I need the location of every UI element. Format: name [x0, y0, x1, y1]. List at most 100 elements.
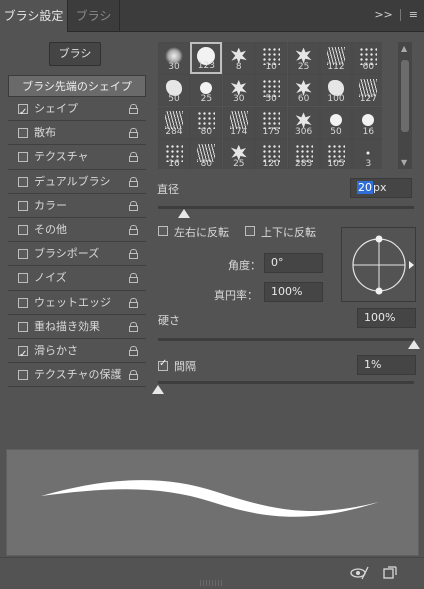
- brush-preset[interactable]: 127: [352, 74, 382, 107]
- setting-item[interactable]: カラー: [8, 194, 146, 218]
- brush-preset[interactable]: 10: [255, 42, 288, 74]
- setting-item[interactable]: 散布: [8, 121, 146, 146]
- brush-preset[interactable]: 174: [222, 106, 255, 139]
- spacing-slider-knob[interactable]: [152, 385, 164, 394]
- brush-preset[interactable]: 8: [222, 42, 255, 74]
- brush-preset[interactable]: 175: [255, 106, 288, 139]
- hardness-field[interactable]: 100%: [357, 308, 416, 328]
- setting-checkbox[interactable]: [18, 128, 28, 139]
- roundness-field[interactable]: 100%: [264, 282, 323, 302]
- brush-preset[interactable]: 16: [352, 106, 382, 139]
- brush-preset[interactable]: 25: [222, 139, 255, 169]
- brush-preset[interactable]: 123: [190, 42, 223, 74]
- lock-icon[interactable]: [129, 176, 138, 187]
- brush-preset[interactable]: 120: [255, 139, 288, 169]
- setting-item[interactable]: ウェットエッジ: [8, 291, 146, 315]
- preset-size: 60: [362, 62, 375, 72]
- brush-preset[interactable]: 50: [320, 106, 352, 139]
- lock-icon[interactable]: [129, 249, 138, 260]
- brush-preset[interactable]: 30: [158, 42, 190, 74]
- setting-checkbox[interactable]: [18, 152, 28, 163]
- brushes-button[interactable]: ブラシ: [49, 42, 101, 66]
- brush-preset[interactable]: 50: [255, 74, 288, 107]
- setting-item[interactable]: テクスチャの保護: [8, 363, 146, 388]
- setting-checkbox[interactable]: [18, 224, 28, 235]
- setting-item[interactable]: ブラシポーズ: [8, 242, 146, 267]
- setting-item[interactable]: 滑らかさ: [8, 339, 146, 367]
- flip-y-checkbox[interactable]: [245, 226, 255, 236]
- setting-item[interactable]: 重ね描き効果: [8, 315, 146, 339]
- brush-preset[interactable]: 60: [352, 42, 382, 74]
- diameter-slider-knob[interactable]: [177, 209, 190, 218]
- tab-brushes[interactable]: ブラシ: [68, 0, 120, 32]
- setting-checkbox[interactable]: [18, 200, 28, 211]
- spacing-slider-track[interactable]: [158, 381, 414, 384]
- visibility-toggle-icon[interactable]: [350, 566, 370, 580]
- preset-size: 16: [168, 159, 180, 169]
- diameter-slider-track[interactable]: [158, 206, 414, 209]
- stroke-preview: [6, 449, 419, 556]
- preset-size: 80: [200, 126, 213, 137]
- brush-preset[interactable]: 80: [190, 106, 223, 139]
- lock-icon[interactable]: [129, 345, 138, 356]
- setting-item[interactable]: シェイプ: [8, 97, 146, 125]
- setting-checkbox[interactable]: [18, 321, 28, 332]
- scrollbar-thumb[interactable]: [401, 60, 409, 132]
- setting-item[interactable]: テクスチャ: [8, 145, 146, 170]
- brush-preset[interactable]: 100: [320, 74, 352, 107]
- lock-icon[interactable]: [129, 321, 138, 332]
- setting-checkbox[interactable]: [18, 370, 28, 381]
- setting-item[interactable]: ノイズ: [8, 266, 146, 291]
- chevron-down-icon[interactable]: ▼: [401, 158, 407, 167]
- setting-item[interactable]: デュアルブラシ: [8, 170, 146, 194]
- chevron-up-icon[interactable]: ▲: [401, 44, 407, 53]
- angle-field[interactable]: 0°: [264, 253, 323, 273]
- spacing-checkbox[interactable]: [158, 358, 168, 371]
- preset-size: 8: [235, 62, 242, 72]
- brush-preset[interactable]: 16: [158, 139, 190, 169]
- hardness-slider-knob[interactable]: [408, 340, 420, 349]
- setting-checkbox[interactable]: [18, 176, 28, 187]
- brush-preset[interactable]: 105: [320, 139, 352, 169]
- tab-brush-settings[interactable]: ブラシ設定: [0, 0, 68, 32]
- brush-preset[interactable]: 306: [287, 106, 320, 139]
- setting-checkbox[interactable]: [18, 249, 28, 260]
- setting-item[interactable]: その他: [8, 218, 146, 243]
- hamburger-menu-icon[interactable]: ≡: [409, 8, 418, 21]
- hardness-slider-track[interactable]: [158, 338, 414, 341]
- brush-preset[interactable]: 25: [190, 74, 223, 107]
- lock-icon[interactable]: [129, 297, 138, 308]
- lock-icon[interactable]: [129, 152, 138, 163]
- resize-grip[interactable]: [200, 580, 224, 586]
- brush-tip-icon: [366, 151, 370, 155]
- new-preset-icon[interactable]: [383, 566, 397, 580]
- diameter-field[interactable]: 20px: [350, 178, 412, 198]
- brush-preset[interactable]: 25: [287, 42, 320, 74]
- setting-checkbox[interactable]: [18, 297, 28, 308]
- brush-preset[interactable]: 112: [320, 42, 352, 74]
- double-chevron-right-icon[interactable]: >>: [374, 8, 392, 21]
- lock-icon[interactable]: [129, 128, 138, 139]
- brush-preset[interactable]: 60: [287, 74, 320, 107]
- setting-checkbox[interactable]: [18, 101, 28, 125]
- brush-tip-shape-item[interactable]: ブラシ先端のシェイプ: [8, 75, 146, 97]
- lock-icon[interactable]: [129, 273, 138, 284]
- brush-preset[interactable]: 284: [158, 106, 190, 139]
- spacing-field[interactable]: 1%: [357, 355, 416, 375]
- flip-x-checkbox[interactable]: [158, 226, 168, 236]
- brush-preset[interactable]: 3: [352, 139, 382, 169]
- brush-preset[interactable]: 283: [287, 139, 320, 169]
- setting-checkbox[interactable]: [18, 343, 28, 367]
- angle-roundness-widget[interactable]: [341, 227, 416, 302]
- brush-preset[interactable]: 80: [190, 139, 223, 169]
- setting-checkbox[interactable]: [18, 273, 28, 284]
- preset-scrollbar[interactable]: ▲ ▼: [398, 42, 412, 169]
- brush-tip-icon: [330, 114, 342, 127]
- brush-preset[interactable]: 30: [222, 74, 255, 107]
- lock-icon[interactable]: [129, 224, 138, 235]
- lock-icon[interactable]: [129, 370, 138, 381]
- lock-icon[interactable]: [129, 104, 138, 114]
- brush-preset[interactable]: 50: [158, 74, 190, 107]
- preset-size: 100: [327, 94, 345, 105]
- lock-icon[interactable]: [129, 200, 138, 211]
